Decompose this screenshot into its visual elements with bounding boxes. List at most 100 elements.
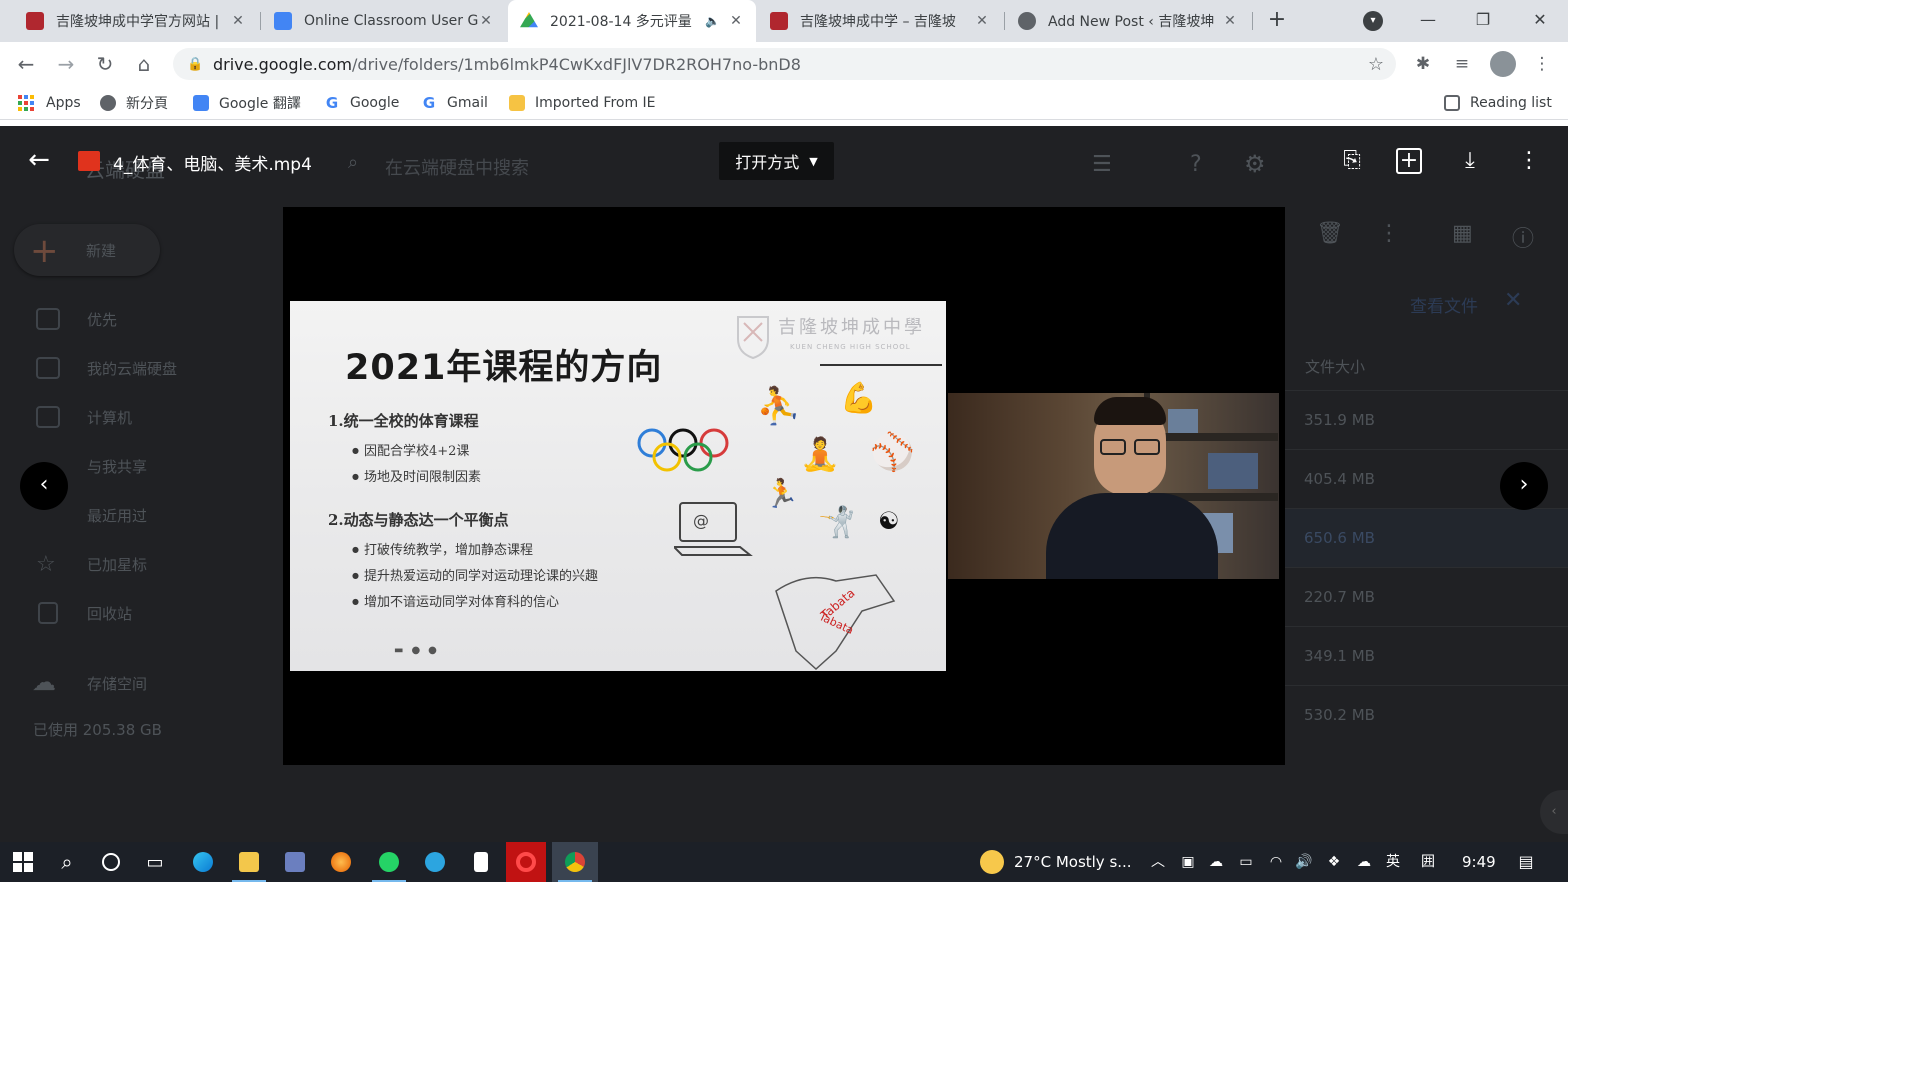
- clock[interactable]: 9:49: [1462, 842, 1496, 882]
- bookmark-star-icon[interactable]: ☆: [1368, 54, 1384, 75]
- grid-view-icon[interactable]: ▦: [1452, 221, 1473, 246]
- nav-trash[interactable]: 回收站: [87, 603, 132, 624]
- size-column-header[interactable]: 文件大小: [1305, 356, 1365, 377]
- ime-mode-icon[interactable]: 囲: [1418, 852, 1438, 872]
- bookmark-gmail[interactable]: G Gmail: [421, 86, 488, 120]
- extensions-icon[interactable]: ✱: [1411, 52, 1435, 76]
- notifications-icon[interactable]: ▤: [1516, 852, 1536, 872]
- star-icon: ☆: [36, 552, 56, 577]
- nav-my-drive[interactable]: 我的云端硬盘: [87, 358, 177, 379]
- tab-1[interactable]: 吉隆坡坤成中学官方网站 | ✕: [14, 0, 258, 42]
- video-player[interactable]: 吉隆坡坤成中學 KUEN CHENG HIGH SCHOOL 2021年课程的方…: [283, 207, 1285, 765]
- nav-shared[interactable]: 与我共享: [87, 456, 147, 477]
- next-file-button[interactable]: ›: [1500, 462, 1548, 510]
- input-method-indicator[interactable]: 英: [1383, 852, 1403, 872]
- chrome-icon[interactable]: [552, 842, 598, 882]
- nav-storage[interactable]: 存储空间: [87, 673, 147, 694]
- profile-avatar[interactable]: [1490, 51, 1516, 77]
- task-view-icon[interactable]: ▭: [132, 842, 178, 882]
- table-row[interactable]: 351.9 MB: [1284, 390, 1568, 449]
- view-file-link[interactable]: 查看文件: [1410, 292, 1478, 317]
- bookmark-apps[interactable]: Apps: [18, 86, 81, 120]
- laptop-icon: [674, 502, 753, 556]
- trash-icon[interactable]: 🗑: [1316, 221, 1344, 246]
- divider: [820, 364, 942, 366]
- add-to-drive-icon[interactable]: ⎘: [1337, 146, 1367, 176]
- more-icon[interactable]: ⋮: [1378, 221, 1400, 246]
- tab-3-active[interactable]: 2021-08-14 多元评量 🔈 ✕: [508, 0, 756, 42]
- file-explorer-icon[interactable]: [226, 842, 272, 882]
- close-icon[interactable]: ✕: [728, 13, 744, 29]
- forward-icon[interactable]: →: [52, 50, 80, 78]
- table-row[interactable]: 530.2 MB: [1284, 685, 1568, 744]
- battery-icon[interactable]: ▭: [1236, 852, 1256, 872]
- reload-icon[interactable]: ↻: [91, 50, 119, 78]
- new-tab-button[interactable]: +: [1264, 8, 1290, 34]
- search-icon[interactable]: ⌕: [44, 842, 90, 882]
- windows-start-icon[interactable]: [0, 842, 46, 882]
- back-icon[interactable]: ←: [12, 50, 40, 78]
- bookmark-new-tab[interactable]: 新分頁: [100, 86, 168, 120]
- info-icon[interactable]: ⓘ: [1512, 221, 1534, 253]
- close-icon[interactable]: ✕: [478, 13, 494, 29]
- close-icon[interactable]: ✕: [1222, 13, 1238, 29]
- back-arrow-icon[interactable]: ←: [24, 146, 54, 176]
- download-icon[interactable]: ⤓: [1455, 146, 1485, 176]
- tab-2[interactable]: Online Classroom User Gu ✕: [262, 0, 506, 42]
- slide-pager-dots: ▬●●: [394, 645, 445, 656]
- media-control-icon[interactable]: ≡: [1450, 52, 1474, 76]
- new-button-label: 新建: [86, 242, 117, 260]
- wifi-icon[interactable]: ◠: [1266, 852, 1286, 872]
- document-icon[interactable]: [458, 842, 504, 882]
- bookmark-imported-folder[interactable]: Imported From IE: [509, 86, 656, 120]
- cortana-icon[interactable]: [88, 842, 134, 882]
- nav-priority[interactable]: 优先: [87, 309, 117, 330]
- table-row[interactable]: 349.1 MB: [1284, 626, 1568, 685]
- dropbox-icon[interactable]: ❖: [1324, 852, 1344, 872]
- tab-5[interactable]: Add New Post ‹ 吉隆坡坤 ✕: [1006, 0, 1250, 42]
- onedrive-cloud-icon[interactable]: ☁: [1206, 852, 1226, 872]
- open-with-button[interactable]: 打开方式 ▼: [719, 142, 834, 180]
- tab-search-icon[interactable]: ▾: [1363, 11, 1383, 31]
- minimize-icon[interactable]: —: [1408, 8, 1448, 34]
- edge-icon[interactable]: [180, 842, 226, 882]
- reading-list-button[interactable]: Reading list: [1444, 86, 1552, 120]
- new-window-icon[interactable]: +: [1396, 148, 1422, 174]
- nav-starred[interactable]: 已加星标: [87, 554, 147, 575]
- meet-now-icon[interactable]: ▣: [1178, 852, 1198, 872]
- home-icon[interactable]: ⌂: [130, 50, 158, 78]
- more-actions-icon[interactable]: ⋮: [1514, 146, 1544, 176]
- table-row[interactable]: 220.7 MB: [1284, 567, 1568, 626]
- firefox-icon[interactable]: [318, 842, 364, 882]
- speaker-icon[interactable]: 🔈: [705, 14, 720, 28]
- browser-toolbar: ← → ↻ ⌂ 🔒 drive.google.com/drive/folders…: [0, 42, 1568, 86]
- laptop-at-symbol: @: [693, 511, 709, 530]
- show-hidden-icons-chevron-icon[interactable]: ︿: [1148, 852, 1168, 872]
- tab-4[interactable]: 吉隆坡坤成中学 – 吉隆坡 ✕: [758, 0, 1002, 42]
- lock-icon[interactable]: 🔒: [187, 57, 203, 72]
- cloud-sync-icon[interactable]: ☁: [1354, 852, 1374, 872]
- restore-icon[interactable]: ❐: [1463, 8, 1503, 34]
- nav-computers[interactable]: 计算机: [87, 407, 132, 428]
- volume-icon[interactable]: 🔊: [1294, 852, 1314, 872]
- muscle-icon: 💪: [840, 381, 878, 416]
- table-row-selected[interactable]: 650.6 MB: [1284, 508, 1568, 567]
- bookmark-google-translate[interactable]: Google 翻譯: [193, 86, 301, 120]
- close-icon[interactable]: ✕: [230, 13, 246, 29]
- weather-widget[interactable]: 27°C Mostly s...: [980, 842, 1132, 882]
- slide-bullet: 场地及时间限制因素: [352, 466, 481, 485]
- olympic-rings-icon: [637, 428, 729, 472]
- opera-icon[interactable]: [506, 842, 546, 882]
- telegram-icon[interactable]: [412, 842, 458, 882]
- previous-file-button[interactable]: ‹: [20, 462, 68, 510]
- chrome-menu-icon[interactable]: ⋮: [1530, 52, 1554, 76]
- bookmark-google[interactable]: G Google: [324, 86, 400, 120]
- close-icon[interactable]: ✕: [974, 13, 990, 29]
- close-window-icon[interactable]: ✕: [1520, 8, 1560, 34]
- globe-icon: [1018, 12, 1036, 30]
- whatsapp-icon[interactable]: [366, 842, 412, 882]
- nav-recent[interactable]: 最近用过: [87, 505, 147, 526]
- close-icon[interactable]: ✕: [1504, 288, 1522, 313]
- app-icon[interactable]: [272, 842, 318, 882]
- address-bar[interactable]: 🔒 drive.google.com/drive/folders/1mb6lmk…: [173, 48, 1396, 80]
